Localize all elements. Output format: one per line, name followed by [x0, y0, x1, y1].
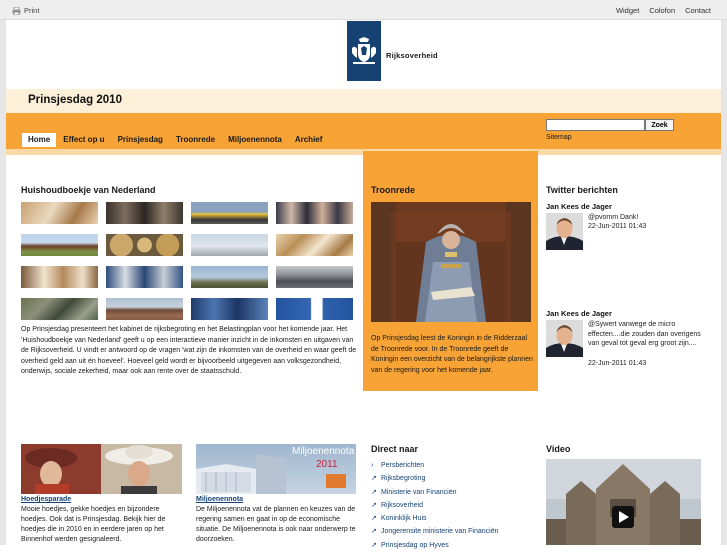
- direct-link-hyves[interactable]: ↗ Prinsjesdag op Hyves: [371, 539, 499, 552]
- twitter-heading: Twitter berichten: [546, 185, 618, 195]
- direct-link-ministerie-financien[interactable]: ↗ Ministerie van Financiën: [371, 486, 499, 499]
- chevron-right-icon: ›: [371, 462, 374, 469]
- miljoenennota-book: [326, 474, 346, 488]
- colofon-link[interactable]: Colofon: [649, 6, 675, 15]
- external-link-icon: ↗: [371, 515, 377, 523]
- thumbnail-photo[interactable]: [21, 266, 98, 288]
- tweet-user[interactable]: Jan Kees de Jager: [546, 202, 612, 211]
- direct-link-rijksbegroting[interactable]: ↗ Rijksbegroting: [371, 472, 499, 485]
- thumbnail-photo[interactable]: [191, 266, 268, 288]
- direct-link-label: Rijksoverheid: [381, 501, 424, 509]
- direct-link-persberichten[interactable]: › Persberichten: [371, 459, 499, 472]
- thumbnail-photo[interactable]: [106, 266, 183, 288]
- tweet-time: 22-Jun-2011 01:43: [588, 223, 647, 230]
- right-margin: [721, 20, 727, 545]
- nav-item-troonrede[interactable]: Troonrede: [170, 133, 221, 147]
- utility-links: Widget Colofon Contact: [616, 6, 711, 15]
- thumbnail-photo[interactable]: [276, 234, 353, 256]
- thumbnail-photo[interactable]: [106, 234, 183, 256]
- thumbnail-photo[interactable]: [276, 202, 353, 224]
- thumbnail-photo[interactable]: [276, 298, 353, 320]
- nav-item-miljoenennota[interactable]: Miljoenennota: [222, 133, 288, 147]
- tweet-message: @Sywert vanwege de micro effecten....die…: [588, 321, 701, 347]
- miljoenennota-image-year: 2011: [316, 459, 338, 470]
- huishoudboekje-heading: Huishoudboekje van Nederland: [21, 185, 156, 195]
- direct-naar-heading: Direct naar: [371, 444, 419, 454]
- external-link-icon: ↗: [371, 541, 377, 549]
- direct-naar-list: › Persberichten ↗ Rijksbegroting ↗ Minister…: [371, 459, 499, 552]
- main-nav: Home Effect op u Prinsjesdag Troonrede M…: [22, 133, 329, 147]
- print-label: Print: [24, 6, 40, 15]
- printer-icon: [12, 6, 21, 15]
- nav-item-archief[interactable]: Archief: [289, 133, 329, 147]
- video-player[interactable]: [546, 459, 701, 545]
- thumbnail-photo[interactable]: [191, 202, 268, 224]
- thumbnail-photo[interactable]: [21, 202, 98, 224]
- miljoenennota-text: De Miljoenennota vat de plannen en keuze…: [196, 506, 356, 543]
- nav-item-effect-op-u[interactable]: Effect op u: [57, 133, 110, 147]
- nav-item-prinsjesdag[interactable]: Prinsjesdag: [112, 133, 169, 147]
- search-input[interactable]: [546, 119, 645, 131]
- thumbnail-photo[interactable]: [191, 298, 268, 320]
- miljoenennota-image[interactable]: Miljoenennota 2011: [196, 444, 356, 494]
- hoedjesparade-photo[interactable]: [21, 444, 182, 494]
- tweet-time: 22-Jun-2011 01:43: [588, 360, 647, 367]
- direct-link-label: Persberichten: [381, 462, 425, 469]
- direct-link-koninklijk-huis[interactable]: ↗ Koninklijk Huis: [371, 512, 499, 525]
- miljoenennota-image-caption: Miljoenennota: [292, 446, 355, 457]
- page-title: Prinsjesdag 2010: [28, 94, 122, 106]
- logo-text: Rijksoverheid: [386, 51, 438, 60]
- thumbnail-photo[interactable]: [21, 298, 98, 320]
- external-link-icon: ↗: [371, 528, 377, 536]
- widget-link[interactable]: Widget: [616, 6, 639, 15]
- troonrede-text: Op Prinsjesdag leest de Koningin in de R…: [371, 335, 533, 374]
- external-link-icon: ↗: [371, 488, 377, 496]
- direct-link-label: Ministerie van Financiën: [381, 488, 457, 496]
- contact-link[interactable]: Contact: [685, 6, 711, 15]
- hoedjesparade-text: Mooie hoedjes, gekke hoedjes en bijzonde…: [21, 506, 166, 543]
- coat-of-arms-icon: [352, 37, 376, 64]
- avatar[interactable]: [546, 320, 583, 357]
- search-button[interactable]: Zoek: [645, 119, 674, 131]
- direct-link-jongerensite[interactable]: ↗ Jongerensite ministerie van Financiën: [371, 525, 499, 538]
- sitemap-link[interactable]: Sitemap: [546, 134, 572, 141]
- direct-link-label: Prinsjesdag op Hyves: [381, 541, 449, 549]
- thumbnail-photo[interactable]: [106, 298, 183, 320]
- troonrede-heading: Troonrede: [371, 185, 416, 195]
- tweet-user[interactable]: Jan Kees de Jager: [546, 309, 612, 318]
- utility-bar: Print Widget Colofon Contact: [0, 0, 727, 20]
- huishoudboekje-text: Op Prinsjesdag presenteert het kabinet d…: [21, 326, 357, 375]
- miljoenennota-link[interactable]: Miljoenennota: [196, 496, 243, 503]
- thumbnail-photo[interactable]: [191, 234, 268, 256]
- rijksoverheid-logo[interactable]: [347, 21, 381, 81]
- print-link[interactable]: Print: [12, 6, 39, 15]
- nav-item-home[interactable]: Home: [22, 133, 57, 147]
- thumbnail-photo[interactable]: [106, 202, 183, 224]
- external-link-icon: ↗: [371, 475, 377, 483]
- direct-link-label: Koninklijk Huis: [381, 515, 427, 523]
- direct-link-rijksoverheid[interactable]: ↗ Rijksoverheid: [371, 499, 499, 512]
- direct-link-label: Jongerensite ministerie van Financiën: [381, 528, 499, 536]
- thumbnail-photo[interactable]: [276, 266, 353, 288]
- avatar[interactable]: [546, 213, 583, 250]
- hoedjesparade-link[interactable]: Hoedjesparade: [21, 496, 71, 503]
- thumbnail-photo[interactable]: [21, 234, 98, 256]
- video-heading: Video: [546, 444, 571, 454]
- huishoudboekje-photo-grid: [21, 202, 354, 320]
- direct-link-label: Rijksbegroting: [381, 475, 426, 483]
- external-link-icon: ↗: [371, 501, 377, 509]
- troonrede-photo[interactable]: [371, 202, 531, 322]
